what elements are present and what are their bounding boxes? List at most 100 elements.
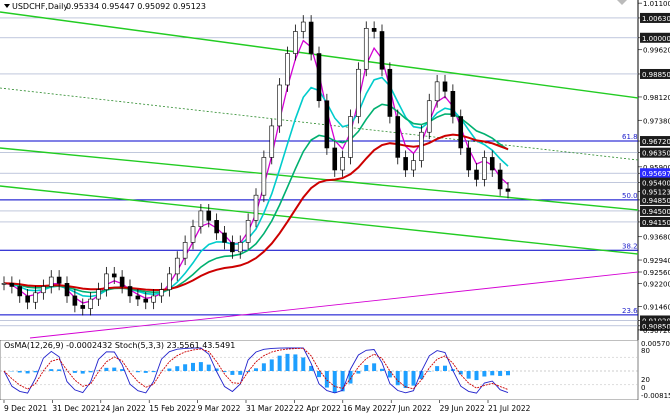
osma-bar <box>474 371 479 381</box>
osma-bar <box>380 368 384 371</box>
candle-body <box>395 116 401 158</box>
oscillator-panel[interactable]: OsMA(12,26,9) -0.0002432 Stoch(5,3,3) 23… <box>0 340 670 400</box>
price-candle[interactable] <box>277 78 282 133</box>
price-candle[interactable] <box>285 46 290 92</box>
price-label: 0.92940 <box>643 257 670 265</box>
price-candle[interactable] <box>395 109 401 165</box>
osma-bar <box>466 371 471 379</box>
osma-bar <box>230 371 235 375</box>
price-label: 1.00630 <box>642 15 670 23</box>
osma-bar <box>183 364 188 371</box>
date-label: 9 Dec 2021 <box>4 404 47 413</box>
osma-bar <box>175 366 180 371</box>
price-candle[interactable] <box>348 109 353 165</box>
osma-bar <box>80 371 85 374</box>
osma-bar <box>135 371 140 373</box>
osma-bar <box>395 371 400 386</box>
fib-label: 23.6 <box>622 307 638 315</box>
candle-body <box>143 298 149 303</box>
candle-body <box>387 68 393 117</box>
osma-bar <box>387 371 392 378</box>
candle-body <box>269 125 275 158</box>
fib-label: 38.2 <box>622 242 638 250</box>
candle-body <box>174 257 180 275</box>
candle-body <box>41 286 46 294</box>
candle-body <box>88 298 93 309</box>
date-label: 22 Apr 2022 <box>294 404 341 413</box>
osma-bar <box>25 371 30 374</box>
chart-window[interactable]: 61.8 50.0 38.2 23.6 1.01100 1.00630 1.00000 0.… <box>0 0 670 414</box>
price-candle[interactable] <box>324 93 330 155</box>
candle-body <box>285 53 290 86</box>
ohlc-readout: 0.95334 0.95447 0.95092 0.95123 <box>66 2 206 11</box>
price-candle[interactable] <box>316 46 322 108</box>
date-axis: 9 Dec 2021 31 Dec 2021 24 Jan 2022 15 Feb 2… <box>3 400 531 413</box>
price-candle[interactable] <box>458 109 464 155</box>
osma-bar <box>506 371 510 376</box>
osma-bar <box>254 368 258 371</box>
osma-bar <box>324 371 329 388</box>
price-candle[interactable] <box>261 150 267 203</box>
osma-bar <box>411 371 416 386</box>
osma-bar <box>198 362 203 371</box>
candle-body <box>482 157 487 180</box>
date-label: 16 May 2022 <box>343 404 392 413</box>
date-label: 7 Jun 2022 <box>391 404 432 413</box>
price-label: 0.93680 <box>643 234 670 242</box>
candle-body <box>190 226 196 243</box>
candle-body <box>426 100 432 133</box>
price-label: 0.98120 <box>643 94 670 102</box>
osma-bar <box>443 365 447 371</box>
candle-body <box>104 273 109 290</box>
osma-bar <box>364 364 369 371</box>
osma-bar <box>191 362 195 371</box>
osma-bar <box>277 355 282 371</box>
price-candle[interactable] <box>387 62 393 124</box>
price-candle[interactable] <box>356 62 361 124</box>
candle-body <box>230 242 235 253</box>
osma-bar <box>293 354 298 371</box>
osma-bar <box>151 371 156 373</box>
candle-body <box>363 28 369 70</box>
date-label: 31 Mar 2022 <box>246 404 294 413</box>
candle-body <box>222 232 227 243</box>
price-candle[interactable] <box>363 21 369 77</box>
price-candle[interactable] <box>426 93 432 140</box>
candle-body <box>48 276 54 287</box>
candle-body <box>127 286 133 297</box>
osc-axis-label: 80 <box>641 347 650 355</box>
candle-body <box>1 283 7 285</box>
candle-body <box>237 242 243 253</box>
price-label: 0.92200 <box>643 280 670 288</box>
candle-body <box>182 242 188 259</box>
candle-body <box>379 31 385 70</box>
price-candle[interactable] <box>269 119 275 165</box>
osma-bar <box>246 371 251 373</box>
candle-body <box>9 283 15 287</box>
oscillator-label: OsMA(12,26,9) -0.0002432 Stoch(5,3,3) 23… <box>4 341 235 350</box>
osma-bar <box>372 363 377 371</box>
candle-body <box>159 289 164 297</box>
candle-body <box>403 157 408 171</box>
candle-body <box>489 157 495 171</box>
fib-label: 61.8 <box>622 133 638 141</box>
candle-body <box>371 28 377 32</box>
date-label: 31 Dec 2021 <box>52 404 100 413</box>
date-label: 9 Mar 2022 <box>198 404 241 413</box>
osc-axis-label: 20 <box>641 376 650 384</box>
price-candle[interactable] <box>379 24 385 77</box>
candle-body <box>458 116 464 149</box>
candle-body <box>198 210 204 227</box>
candle-body <box>300 21 306 32</box>
candle-body <box>111 273 117 278</box>
candle-body <box>419 131 424 161</box>
osma-bar <box>285 353 290 371</box>
candle-body <box>442 81 448 92</box>
candle-body <box>497 169 503 190</box>
price-candle[interactable] <box>308 15 314 61</box>
candle-body <box>450 90 456 117</box>
osma-bar <box>482 371 487 377</box>
price-label: 0.95697 <box>642 170 670 178</box>
osma-bar <box>435 366 440 371</box>
main-chart[interactable]: 61.8 50.0 38.2 23.6 1.01100 1.00630 1.00000 0.… <box>0 0 670 340</box>
